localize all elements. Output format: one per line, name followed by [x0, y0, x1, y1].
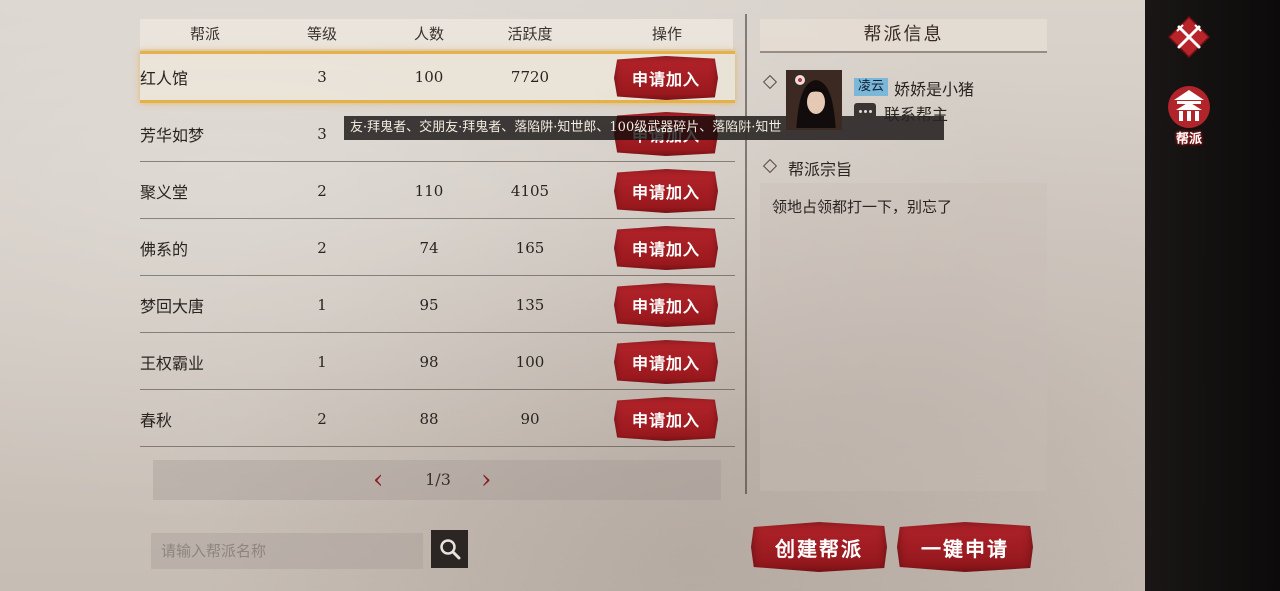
next-page-button[interactable]: › — [481, 466, 491, 494]
guild-members: 74 — [419, 238, 439, 257]
diamond-bullet-icon — [762, 74, 778, 90]
scrolling-notice: 友·拜鬼者、交朋友·拜鬼者、落陷阱·知世郎、100级武器碎片、落陷阱·知世 — [344, 116, 944, 140]
search-button[interactable] — [431, 530, 468, 568]
leader-avatar[interactable] — [786, 70, 842, 130]
guild-members: 95 — [419, 295, 439, 314]
guild-activity: 90 — [520, 409, 540, 428]
guild-level: 1 — [317, 295, 327, 314]
guild-row[interactable]: 王权霸业 1 98 100 申请加入 — [140, 334, 735, 390]
guild-row[interactable]: 聚义堂 2 110 4105 申请加入 — [140, 163, 735, 219]
guild-level: 1 — [317, 352, 327, 371]
guild-name: 王权霸业 — [140, 353, 205, 373]
guild-name: 红人馆 — [140, 69, 189, 88]
leader-title-badge: 凌云 — [854, 78, 888, 96]
header-level: 等级 — [306, 25, 337, 43]
panel-divider — [745, 14, 747, 494]
join-button[interactable]: 申请加入 — [614, 226, 718, 270]
guild-row[interactable]: 佛系的 2 74 165 申请加入 — [140, 220, 735, 276]
guild-table-header: 帮派 等级 人数 活跃度 操作 — [140, 19, 733, 49]
guild-tab[interactable]: 帮派 — [1160, 84, 1218, 148]
apply-all-button[interactable]: 一键申请 — [897, 522, 1033, 572]
guild-members: 88 — [419, 409, 439, 428]
diamond-bullet-icon — [762, 158, 778, 174]
join-button[interactable]: 申请加入 — [614, 56, 718, 100]
header-action: 操作 — [651, 25, 682, 43]
guild-level: 2 — [317, 409, 327, 428]
guild-name: 春秋 — [140, 410, 173, 430]
guild-activity: 100 — [515, 352, 545, 371]
header-guild-name: 帮派 — [189, 25, 220, 43]
leader-name: 娇娇是小猪 — [894, 80, 975, 99]
guild-purpose-text: 领地占领都打一下，别忘了 — [772, 198, 953, 216]
guild-level: 2 — [317, 238, 327, 257]
guild-purpose-title: 帮派宗旨 — [788, 160, 853, 179]
prev-page-button[interactable]: ‹ — [373, 466, 383, 494]
join-button[interactable]: 申请加入 — [614, 283, 718, 327]
crossed-swords-icon — [1167, 15, 1211, 59]
guild-members: 110 — [414, 181, 444, 200]
guild-level: 3 — [317, 68, 327, 86]
contact-leader-link[interactable]: 联系帮主 — [884, 101, 948, 125]
search-icon — [439, 539, 460, 560]
guild-level: 2 — [317, 181, 327, 200]
guild-tab-label: 帮派 — [1175, 132, 1202, 147]
join-button[interactable]: 申请加入 — [614, 397, 718, 441]
create-guild-button[interactable]: 创建帮派 — [751, 522, 887, 572]
guild-members: 98 — [419, 352, 439, 371]
guild-name: 梦回大唐 — [140, 296, 205, 316]
guild-members: 100 — [414, 68, 444, 86]
guild-info-title: 帮派信息 — [760, 19, 1047, 53]
guild-name: 聚义堂 — [140, 182, 189, 202]
header-activity: 活跃度 — [507, 25, 553, 43]
guild-row[interactable]: 春秋 2 88 90 申请加入 — [140, 391, 735, 447]
guild-row[interactable]: 红人馆 3 100 7720 申请加入 — [140, 51, 735, 103]
page-indicator: 1/3 — [425, 470, 451, 489]
guild-purpose-box — [760, 183, 1047, 491]
chat-bubble-icon — [854, 103, 876, 119]
header-members: 人数 — [413, 25, 444, 43]
avatar-portrait-icon — [788, 72, 840, 128]
join-button[interactable]: 申请加入 — [614, 169, 718, 213]
pagination: ‹ 1/3 › — [153, 460, 721, 500]
join-button[interactable]: 申请加入 — [614, 340, 718, 384]
guild-building-icon — [1168, 86, 1210, 128]
guild-name: 佛系的 — [140, 239, 189, 259]
guild-level: 3 — [317, 124, 327, 143]
guild-activity: 7720 — [510, 68, 550, 86]
guild-activity: 165 — [515, 238, 545, 257]
combat-tab[interactable] — [1167, 15, 1211, 59]
guild-row[interactable]: 梦回大唐 1 95 135 申请加入 — [140, 277, 735, 333]
guild-activity: 135 — [515, 295, 545, 314]
guild-activity: 4105 — [510, 181, 550, 200]
guild-search-input[interactable] — [151, 533, 423, 569]
guild-name: 芳华如梦 — [140, 125, 205, 145]
